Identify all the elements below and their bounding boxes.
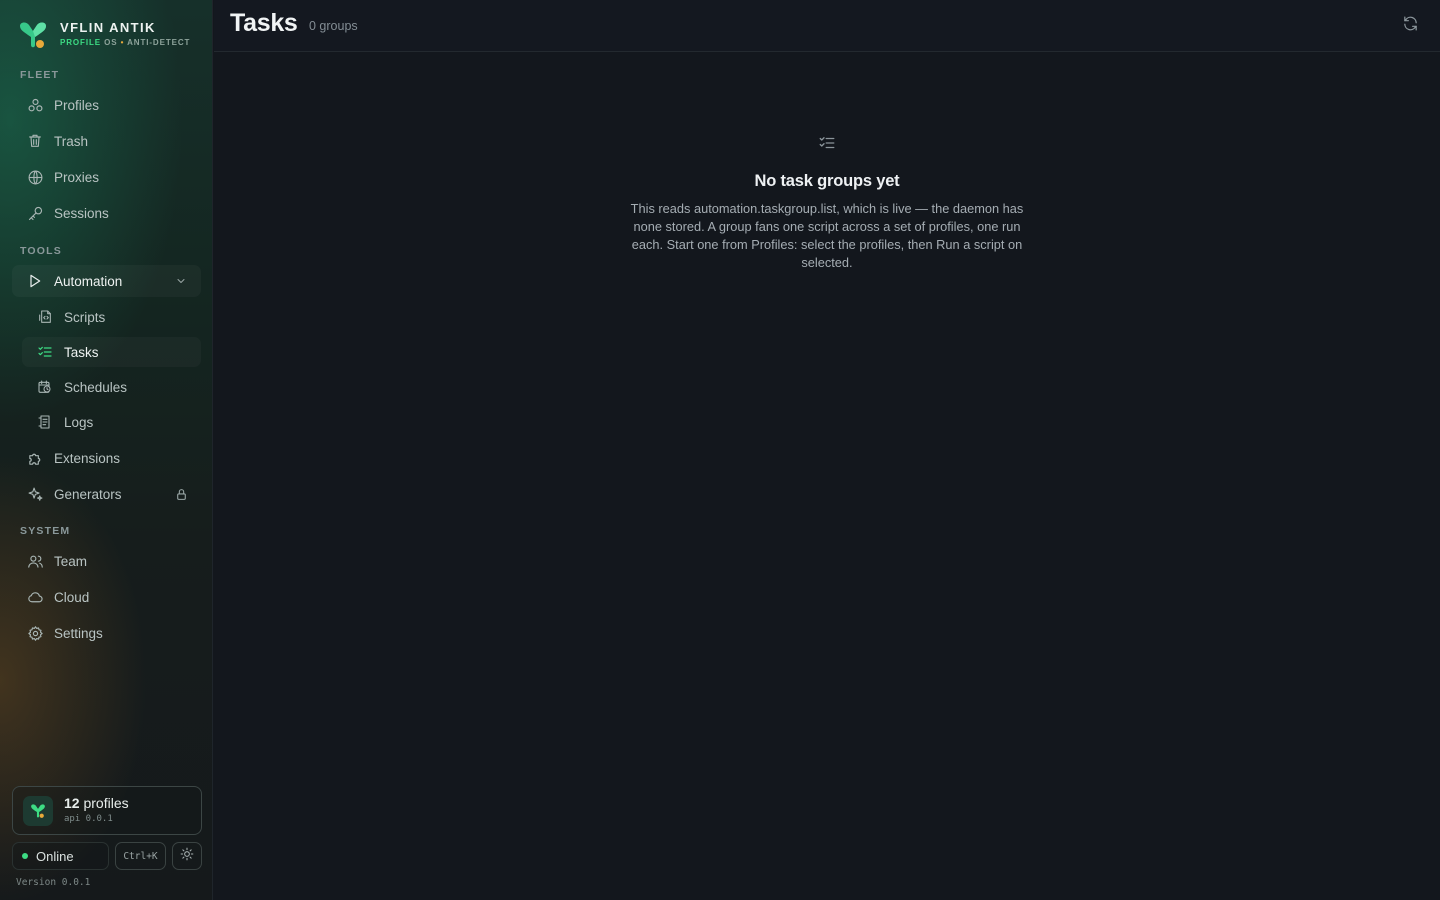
profile-summary-card[interactable]: 12 profiles api 0.0.1 bbox=[12, 786, 202, 835]
script-icon bbox=[36, 308, 54, 326]
status-badge[interactable]: Online bbox=[12, 842, 109, 870]
profile-count: 12 profiles bbox=[64, 795, 129, 812]
sidebar-item-cloud[interactable]: Cloud bbox=[12, 581, 201, 613]
sidebar-item-trash[interactable]: Trash bbox=[12, 125, 201, 157]
sidebar-item-label: Proxies bbox=[54, 169, 100, 185]
command-palette-button[interactable]: Ctrl+K bbox=[115, 842, 166, 870]
play-icon bbox=[26, 272, 44, 290]
brand[interactable]: VFLIN ANTIK PROFILE OS • ANTI-DETECT bbox=[16, 18, 190, 52]
cloud-icon bbox=[26, 588, 44, 606]
brand-logo-small bbox=[23, 795, 53, 826]
sidebar-item-profiles[interactable]: Profiles bbox=[12, 89, 201, 121]
brand-tag-dot: • bbox=[120, 38, 125, 47]
app-version: Version 0.0.1 bbox=[16, 877, 91, 888]
sidebar: VFLIN ANTIK PROFILE OS • ANTI-DETECT FLE… bbox=[0, 0, 213, 900]
key-icon bbox=[26, 204, 44, 222]
section-label-tools: TOOLS bbox=[20, 245, 62, 257]
sparkles-icon bbox=[26, 485, 44, 503]
trash-icon bbox=[26, 132, 44, 150]
section-label-fleet: FLEET bbox=[20, 69, 60, 81]
sidebar-item-logs[interactable]: Logs bbox=[22, 407, 201, 437]
brand-tag-highlight: PROFILE bbox=[60, 38, 101, 47]
section-label-system: SYSTEM bbox=[20, 525, 71, 537]
sidebar-item-settings[interactable]: Settings bbox=[12, 617, 201, 649]
refresh-icon bbox=[1402, 15, 1419, 37]
status-dot-icon bbox=[22, 853, 28, 859]
page-title: Tasks bbox=[230, 9, 298, 37]
sidebar-item-label: Scripts bbox=[64, 309, 106, 325]
empty-state-title: No task groups yet bbox=[754, 172, 900, 190]
profile-count-word: profiles bbox=[83, 795, 129, 811]
logs-icon bbox=[36, 413, 54, 431]
sidebar-item-sessions[interactable]: Sessions bbox=[12, 197, 201, 229]
checklist-icon bbox=[815, 131, 839, 155]
sidebar-item-schedules[interactable]: Schedules bbox=[22, 372, 201, 402]
globe-icon bbox=[26, 168, 44, 186]
sidebar-item-proxies[interactable]: Proxies bbox=[12, 161, 201, 193]
sidebar-item-automation[interactable]: Automation bbox=[12, 265, 201, 297]
page-header: Tasks 0 groups bbox=[214, 0, 1440, 52]
sidebar-item-team[interactable]: Team bbox=[12, 545, 201, 577]
sidebar-item-label: Extensions bbox=[54, 450, 121, 466]
sidebar-item-label: Schedules bbox=[64, 379, 128, 395]
sidebar-item-label: Sessions bbox=[54, 205, 109, 221]
brand-tag-end: ANTI-DETECT bbox=[127, 38, 191, 47]
sidebar-item-label: Automation bbox=[54, 273, 123, 289]
group-count: 0 groups bbox=[309, 19, 358, 33]
checklist-icon bbox=[36, 343, 54, 361]
sidebar-item-label: Tasks bbox=[64, 344, 99, 360]
calendar-clock-icon bbox=[36, 378, 54, 396]
sidebar-item-label: Logs bbox=[64, 414, 94, 430]
sidebar-item-label: Cloud bbox=[54, 589, 90, 605]
empty-state: No task groups yet This reads automation… bbox=[214, 52, 1440, 900]
profile-summary-text: 12 profiles api 0.0.1 bbox=[64, 795, 129, 826]
lock-icon bbox=[173, 486, 189, 502]
profile-count-number: 12 bbox=[64, 795, 80, 811]
profiles-icon bbox=[26, 96, 44, 114]
sidebar-item-extensions[interactable]: Extensions bbox=[12, 442, 201, 474]
brand-tag-rest: OS bbox=[104, 38, 118, 47]
sidebar-item-label: Settings bbox=[54, 625, 103, 641]
sidebar-item-label: Team bbox=[54, 553, 88, 569]
sidebar-item-scripts[interactable]: Scripts bbox=[22, 302, 201, 332]
theme-toggle-button[interactable] bbox=[172, 842, 202, 870]
sidebar-item-label: Generators bbox=[54, 486, 122, 502]
chevron-down-icon[interactable] bbox=[173, 273, 189, 289]
brand-tagline: PROFILE OS • ANTI-DETECT bbox=[60, 36, 190, 50]
refresh-button[interactable] bbox=[1400, 16, 1420, 36]
puzzle-icon bbox=[26, 449, 44, 467]
api-version: api 0.0.1 bbox=[64, 814, 113, 824]
empty-state-description: This reads automation.taskgroup.list, wh… bbox=[630, 201, 1024, 270]
sidebar-item-label: Trash bbox=[54, 133, 89, 149]
sidebar-item-generators[interactable]: Generators bbox=[12, 478, 201, 510]
brand-name: VFLIN ANTIK bbox=[60, 20, 156, 35]
sun-icon bbox=[180, 847, 194, 866]
sidebar-item-tasks[interactable]: Tasks bbox=[22, 337, 201, 367]
users-icon bbox=[26, 552, 44, 570]
brand-logo bbox=[20, 22, 46, 48]
gear-icon bbox=[26, 624, 44, 642]
status-label: Online bbox=[36, 848, 74, 864]
brand-text: VFLIN ANTIK PROFILE OS • ANTI-DETECT bbox=[60, 20, 190, 50]
sidebar-item-label: Profiles bbox=[54, 97, 100, 113]
